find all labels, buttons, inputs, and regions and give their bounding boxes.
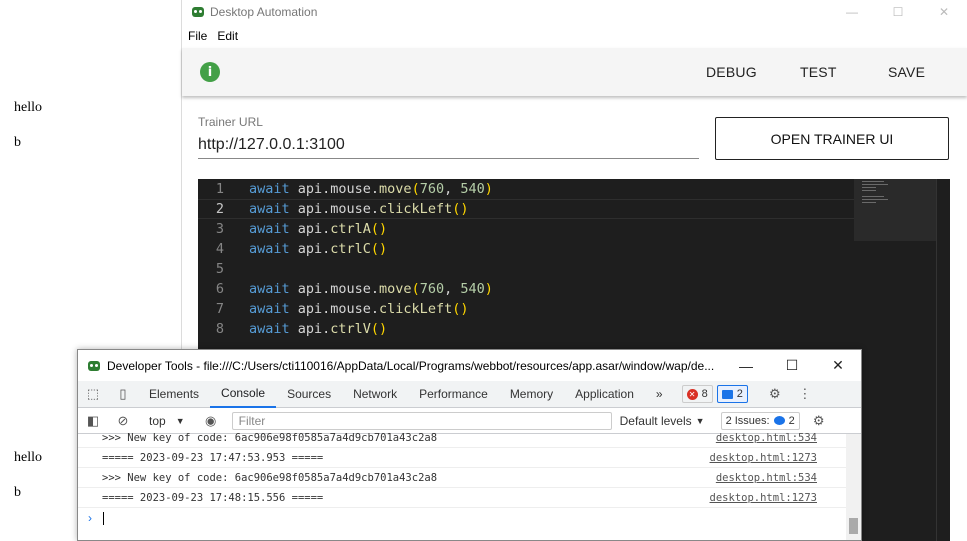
code-text: await api.ctrlV() [249, 321, 388, 337]
devtools-title: Developer Tools - file:///C:/Users/cti11… [107, 358, 715, 373]
code-line[interactable]: 5 [198, 259, 854, 279]
log-levels-label: Default levels [619, 413, 692, 428]
menu-bar: File Edit [182, 24, 967, 48]
info-icon[interactable]: i [200, 62, 220, 82]
code-text: await api.mouse.clickLeft() [249, 201, 469, 217]
devtools-window: Developer Tools - file:///C:/Users/cti11… [77, 349, 862, 541]
tab-network[interactable]: Network [342, 381, 408, 408]
editor-minimap[interactable] [854, 179, 936, 241]
code-line[interactable]: 8 await api.ctrlV() [198, 319, 854, 339]
test-button[interactable]: TEST [800, 48, 837, 96]
source-link[interactable]: desktop.html:1273 [710, 492, 817, 504]
background-text: hello [14, 100, 42, 115]
code-line[interactable]: 3 await api.ctrlA() [198, 219, 854, 239]
console-message: ===== 2023-09-23 17:47:53.953 ===== deskt… [78, 448, 846, 468]
devtools-tab-bar: ⬚ ▯ Elements Console Sources Network Perform… [78, 381, 861, 408]
messages-badge[interactable]: 2 [716, 385, 748, 403]
errors-badge[interactable]: ✕ 8 [681, 385, 713, 403]
maximize-icon[interactable]: ☐ [769, 350, 815, 381]
code-text: await api.mouse.move(760, 540) [249, 281, 493, 297]
app-logo-icon [192, 7, 204, 17]
menu-edit[interactable]: Edit [217, 29, 238, 43]
error-icon: ✕ [686, 388, 698, 400]
line-number: 3 [215, 221, 224, 237]
console-message-text: ===== 2023-09-23 17:47:53.953 ===== [102, 451, 324, 464]
line-number: 8 [215, 321, 224, 337]
close-icon[interactable]: ✕ [921, 0, 967, 24]
tab-elements[interactable]: Elements [138, 381, 210, 408]
chevron-down-icon: ▼ [695, 415, 705, 426]
code-line[interactable]: 6 await api.mouse.move(760, 540) [198, 279, 854, 299]
tab-performance[interactable]: Performance [408, 381, 499, 408]
context-value: top [149, 413, 166, 428]
devtools-settings-icon[interactable]: ⚙ [760, 381, 790, 408]
message-icon [721, 389, 733, 399]
code-line[interactable]: 4 await api.ctrlC() [198, 239, 854, 259]
trainer-url-input[interactable] [198, 132, 699, 159]
window-title: Desktop Automation [210, 5, 318, 19]
maximize-icon[interactable]: ☐ [875, 0, 921, 24]
background-text: b [14, 485, 21, 500]
errors-count: 8 [701, 388, 708, 400]
more-options-icon[interactable]: ⋮ [790, 381, 820, 408]
console-input-caret[interactable] [103, 512, 104, 525]
source-link[interactable]: desktop.html:1273 [710, 452, 817, 464]
console-filter-input[interactable]: Filter [231, 411, 612, 430]
code-line[interactable]: 1 await api.mouse.move(760, 540) [198, 179, 854, 199]
console-message: >>> New key of code: 6ac906e98f0585a7a4d… [78, 468, 846, 488]
issues-label: 2 Issues: [725, 414, 770, 427]
source-link[interactable]: desktop.html:534 [716, 432, 817, 444]
tab-console[interactable]: Console [210, 381, 277, 408]
code-text: await api.mouse.clickLeft() [249, 301, 469, 317]
issues-button[interactable]: 2 Issues: 2 [720, 411, 800, 430]
tab-application[interactable]: Application [564, 381, 645, 408]
title-bar: Desktop Automation — ☐ ✕ [182, 0, 967, 24]
line-number: 2 [215, 201, 224, 217]
minimize-icon[interactable]: — [829, 0, 875, 24]
background-text: b [14, 135, 21, 150]
line-number: 4 [215, 241, 224, 257]
console-message: >>> New key of code: 6ac906e98f0585a7a4d… [78, 428, 846, 448]
console-scrollbar[interactable] [846, 434, 861, 540]
line-number: 5 [215, 261, 224, 277]
trainer-url-label: Trainer URL [198, 115, 263, 129]
tab-memory[interactable]: Memory [499, 381, 564, 408]
source-link[interactable]: desktop.html:534 [716, 472, 817, 484]
code-text: await api.ctrlC() [249, 241, 388, 257]
console-message: ===== 2023-09-23 17:48:15.556 ===== deskt… [78, 488, 846, 508]
context-selector[interactable]: top ▼ [144, 413, 190, 429]
line-number: 1 [215, 181, 224, 197]
more-tabs-icon[interactable]: » [645, 381, 674, 408]
message-icon [773, 416, 785, 425]
background-text: hello [14, 450, 42, 465]
toolbar: i DEBUG TEST SAVE [182, 48, 967, 96]
log-levels-dropdown[interactable]: Default levels ▼ [620, 414, 705, 428]
console-message-text: ===== 2023-09-23 17:48:15.556 ===== [102, 491, 324, 504]
code-text: await api.mouse.move(760, 540) [249, 181, 493, 197]
minimize-icon[interactable]: — [723, 350, 769, 381]
debug-button[interactable]: DEBUG [706, 48, 757, 96]
console-message-text: >>> New key of code: 6ac906e98f0585a7a4d… [102, 471, 438, 484]
console-output: >>> New key of code: 6ac906e98f0585a7a4d… [78, 432, 846, 540]
code-line[interactable]: 2 await api.mouse.clickLeft() [198, 199, 854, 219]
console-message-text: >>> New key of code: 6ac906e98f0585a7a4d… [102, 431, 438, 444]
save-button[interactable]: SAVE [888, 48, 925, 96]
code-text: await api.ctrlA() [249, 221, 388, 237]
editor-scrollbar[interactable] [936, 179, 950, 541]
issues-count: 2 [788, 414, 795, 427]
code-line[interactable]: 7 await api.mouse.clickLeft() [198, 299, 854, 319]
line-number: 6 [215, 281, 224, 297]
open-trainer-button[interactable]: OPEN TRAINER UI [715, 117, 949, 160]
tab-sources[interactable]: Sources [276, 381, 342, 408]
chevron-down-icon: ▼ [175, 415, 185, 426]
inspect-element-icon[interactable]: ⬚ [78, 381, 108, 408]
line-number: 7 [215, 301, 224, 317]
device-toolbar-icon[interactable]: ▯ [108, 381, 138, 408]
messages-count: 2 [736, 388, 743, 400]
close-icon[interactable]: ✕ [815, 350, 861, 381]
console-prompt-icon: › [88, 511, 92, 525]
menu-file[interactable]: File [188, 29, 207, 43]
app-logo-icon [88, 360, 100, 371]
